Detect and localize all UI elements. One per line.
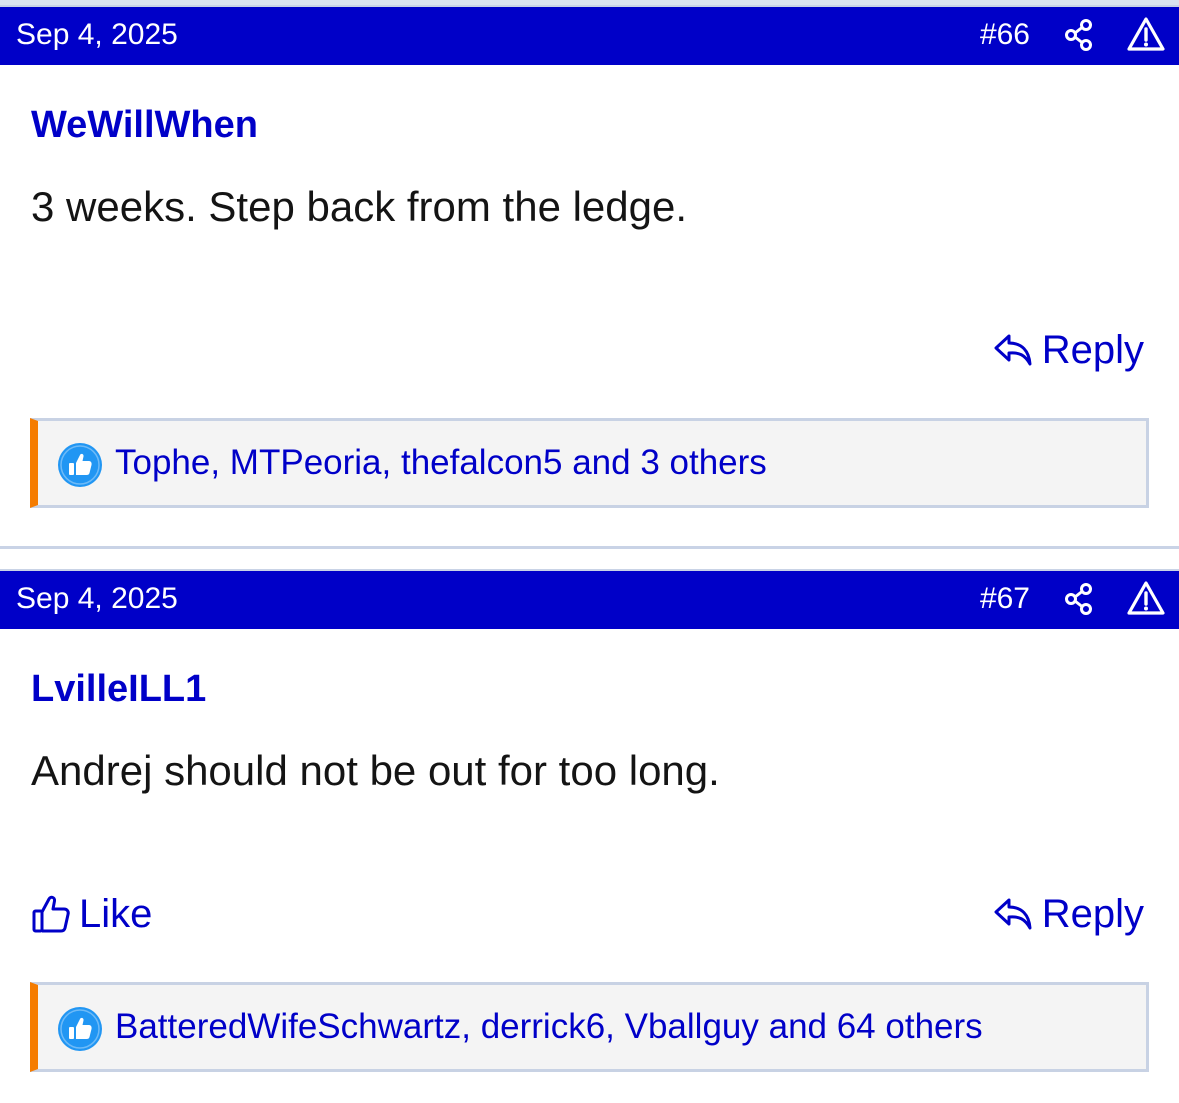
post-username[interactable]: WeWillWhen — [31, 102, 258, 148]
reactions-text[interactable]: BatteredWifeSchwartz, derrick6, Vballguy… — [115, 1005, 983, 1049]
like-badge-icon — [58, 443, 102, 487]
post-date[interactable]: Sep 4, 2025 — [16, 15, 178, 55]
report-icon[interactable] — [1126, 15, 1166, 53]
post-username[interactable]: LvilleILL1 — [31, 666, 206, 712]
reactions-bar[interactable]: BatteredWifeSchwartz, derrick6, Vballguy… — [30, 982, 1149, 1072]
post-66: Sep 4, 2025 #66 WeWillWhen 3 weeks. Step… — [0, 5, 1179, 545]
like-label: Like — [79, 892, 153, 936]
reactions-text[interactable]: Tophe, MTPeoria, thefalcon5 and 3 others — [115, 441, 767, 485]
post-separator — [0, 546, 1179, 549]
post-number-link[interactable]: #67 — [980, 579, 1030, 619]
post-header: Sep 4, 2025 #66 — [0, 5, 1179, 65]
share-icon[interactable] — [1064, 18, 1094, 52]
share-icon[interactable] — [1064, 582, 1094, 616]
reply-icon — [994, 334, 1032, 366]
post-message: 3 weeks. Step back from the ledge. — [31, 183, 688, 230]
reply-button[interactable]: Reply — [992, 889, 1144, 939]
like-badge-icon — [58, 1007, 102, 1051]
reply-button[interactable]: Reply — [992, 325, 1144, 375]
post-67: Sep 4, 2025 #67 LvilleILL1 Andrej should… — [0, 569, 1179, 1103]
like-button[interactable]: Like — [31, 889, 152, 939]
post-number-link[interactable]: #66 — [980, 15, 1030, 55]
post-message: Andrej should not be out for too long. — [31, 747, 720, 794]
reactions-bar[interactable]: Tophe, MTPeoria, thefalcon5 and 3 others — [30, 418, 1149, 508]
post-date[interactable]: Sep 4, 2025 — [16, 579, 178, 619]
thumbs-up-icon — [32, 895, 70, 933]
reply-icon — [994, 898, 1032, 930]
reply-label: Reply — [1041, 892, 1144, 936]
report-icon[interactable] — [1126, 579, 1166, 617]
post-header: Sep 4, 2025 #67 — [0, 569, 1179, 629]
reply-label: Reply — [1041, 328, 1144, 372]
